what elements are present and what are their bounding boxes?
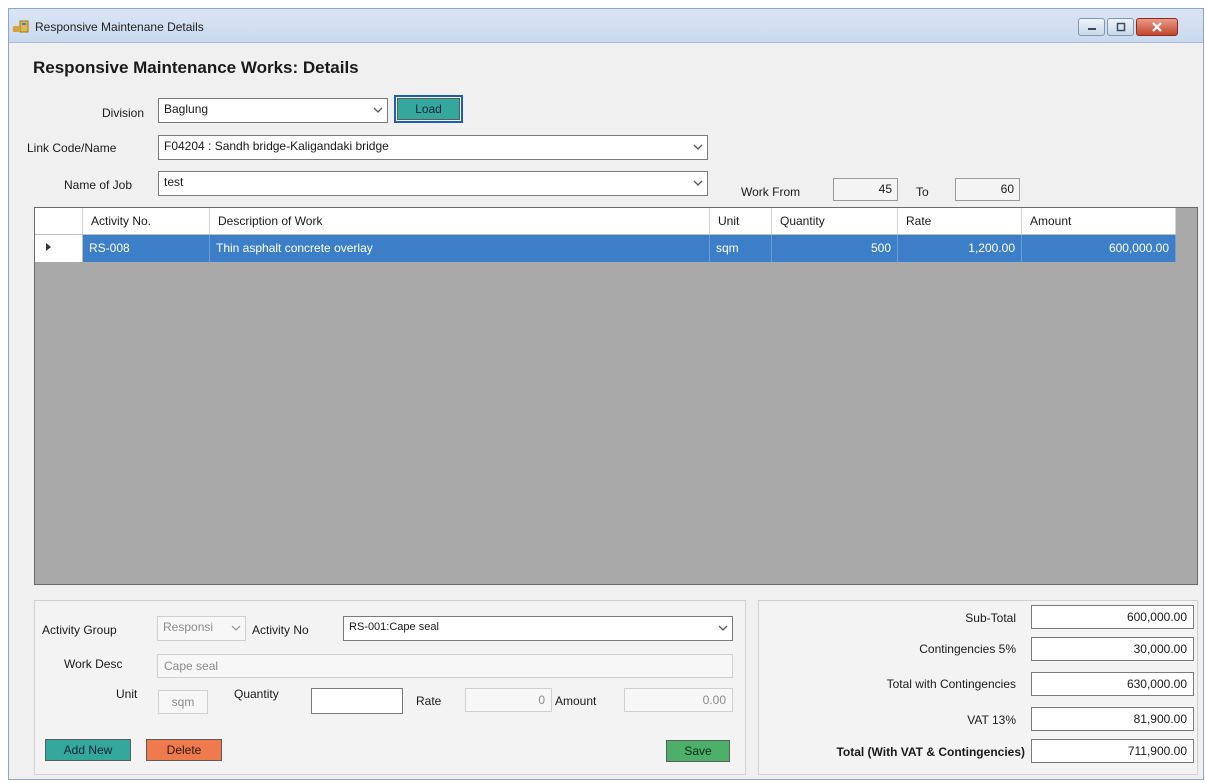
column-header-description[interactable]: Description of Work — [210, 208, 710, 234]
amount-label: Amount — [555, 694, 597, 708]
quantity-label: Quantity — [234, 687, 279, 701]
app-window: Responsive Maintenane Details Responsive… — [8, 8, 1204, 780]
activity-no-label: Activity No — [252, 623, 309, 637]
save-button[interactable]: Save — [666, 740, 730, 762]
activity-no-select[interactable]: RS-001:Cape seal — [343, 616, 733, 641]
activities-grid[interactable]: Activity No. Description of Work Unit Qu… — [34, 207, 1198, 585]
job-value: test — [164, 175, 184, 189]
grand-total-field[interactable]: 711,900.00 — [1031, 739, 1194, 763]
grand-total-label: Total (With VAT & Contingencies) — [836, 745, 1025, 759]
rate-label: Rate — [416, 694, 442, 708]
chevron-down-icon — [693, 144, 703, 150]
work-from-label: Work From — [741, 185, 801, 199]
division-label: Division — [102, 106, 145, 120]
vat-label: VAT 13% — [967, 713, 1016, 727]
work-desc-label: Work Desc — [64, 657, 123, 671]
chevron-down-icon — [373, 107, 383, 113]
vat-field[interactable]: 81,900.00 — [1031, 707, 1194, 731]
chevron-down-icon — [693, 180, 703, 186]
column-header-quantity[interactable]: Quantity — [772, 208, 898, 234]
table-row[interactable]: RS-008 Thin asphalt concrete overlay sqm… — [35, 235, 1176, 262]
column-header-unit[interactable]: Unit — [710, 208, 772, 234]
quantity-input[interactable] — [311, 688, 403, 714]
chevron-down-icon — [231, 625, 241, 631]
maximize-icon — [1116, 22, 1125, 32]
subtotal-field[interactable]: 600,000.00 — [1031, 605, 1194, 629]
contingencies-field[interactable]: 30,000.00 — [1031, 637, 1194, 661]
cell-quantity[interactable]: 500 — [772, 235, 898, 262]
unit-label: Unit — [116, 687, 138, 701]
division-value: Baglung — [164, 102, 209, 116]
work-desc-field[interactable]: Cape seal — [157, 654, 733, 678]
activity-group-label: Activity Group — [42, 623, 117, 637]
rate-field[interactable]: 0 — [465, 688, 552, 712]
delete-button[interactable]: Delete — [146, 739, 222, 761]
row-header-corner — [35, 208, 83, 234]
cell-rate[interactable]: 1,200.00 — [898, 235, 1022, 262]
link-value: F04204 : Sandh bridge-Kaligandaki bridge — [164, 139, 389, 153]
activity-group-select[interactable]: Responsi — [157, 616, 246, 641]
add-new-button[interactable]: Add New — [45, 739, 131, 761]
division-select[interactable]: Baglung — [158, 98, 388, 123]
subtotal-label: Sub-Total — [965, 611, 1016, 625]
close-button[interactable] — [1136, 18, 1178, 36]
total-with-contingencies-field[interactable]: 630,000.00 — [1031, 672, 1194, 696]
link-select[interactable]: F04204 : Sandh bridge-Kaligandaki bridge — [158, 135, 708, 160]
row-pointer-icon — [46, 243, 51, 251]
maximize-button[interactable] — [1107, 18, 1134, 36]
unit-field[interactable]: sqm — [158, 690, 208, 714]
load-button[interactable]: Load — [394, 95, 463, 123]
close-icon — [1152, 22, 1162, 32]
column-header-activity-no[interactable]: Activity No. — [83, 208, 210, 234]
work-to-field[interactable]: 60 — [955, 178, 1020, 201]
cell-description[interactable]: Thin asphalt concrete overlay — [210, 235, 710, 262]
total-with-contingencies-label: Total with Contingencies — [886, 677, 1016, 691]
column-header-rate[interactable]: Rate — [898, 208, 1022, 234]
cell-unit[interactable]: sqm — [710, 235, 772, 262]
window-title: Responsive Maintenane Details — [35, 20, 204, 34]
activity-no-value: RS-001:Cape seal — [349, 621, 439, 633]
row-header[interactable] — [35, 235, 83, 262]
activity-group-value: Responsi — [163, 620, 214, 634]
grid-header: Activity No. Description of Work Unit Qu… — [35, 208, 1176, 235]
job-select[interactable]: test — [158, 171, 708, 196]
page-title: Responsive Maintenance Works: Details — [33, 58, 359, 77]
amount-field[interactable]: 0.00 — [624, 688, 733, 712]
cell-activity-no[interactable]: RS-008 — [83, 235, 210, 262]
link-label: Link Code/Name — [27, 141, 117, 155]
cell-amount[interactable]: 600,000.00 — [1022, 235, 1176, 262]
job-label: Name of Job — [64, 178, 133, 192]
title-bar: Responsive Maintenane Details — [9, 9, 1203, 43]
app-icon — [13, 20, 29, 33]
column-header-amount[interactable]: Amount — [1022, 208, 1176, 234]
work-from-field[interactable]: 45 — [833, 178, 898, 201]
contingencies-label: Contingencies 5% — [919, 642, 1016, 656]
minimize-button[interactable] — [1078, 18, 1105, 36]
minimize-icon — [1087, 28, 1096, 30]
to-label: To — [916, 185, 929, 199]
chevron-down-icon — [718, 625, 728, 631]
